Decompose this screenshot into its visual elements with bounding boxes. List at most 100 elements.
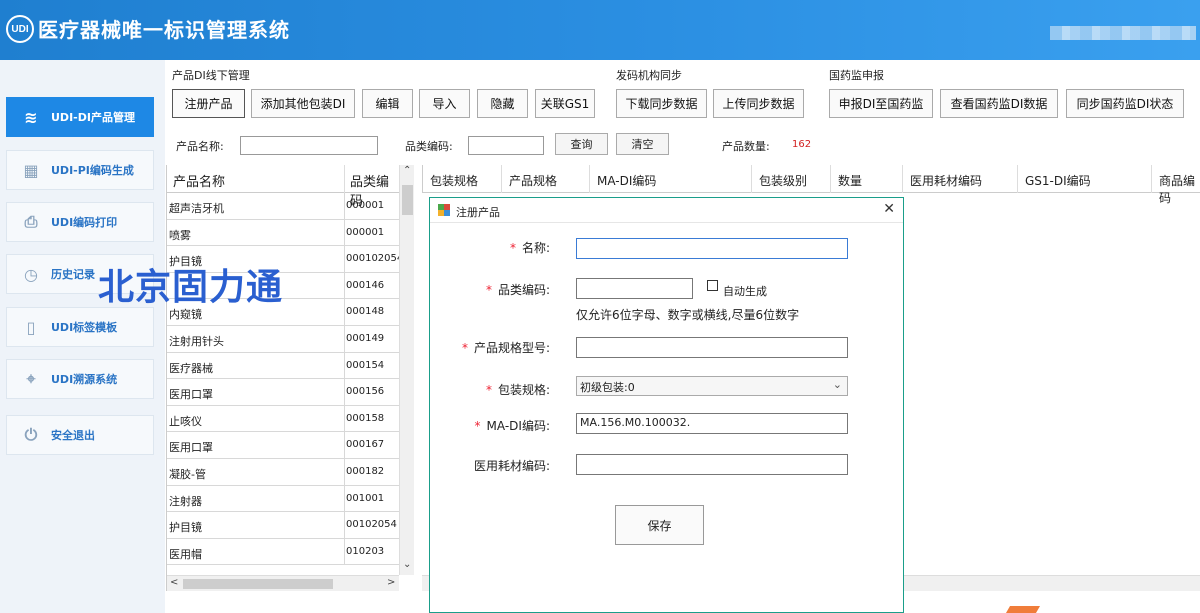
- column-header-quantity[interactable]: 数量: [838, 172, 862, 189]
- category-code-label: 品类编码:: [405, 140, 453, 153]
- cell-product-name: 医用口罩: [169, 441, 213, 455]
- cell-category-code: 001001: [346, 492, 385, 504]
- category-code-hint: 仅允许6位字母、数字或横线,尽量6位数字: [576, 308, 800, 322]
- sync-nmpa-status-button[interactable]: 同步国药监DI状态: [1066, 89, 1184, 118]
- close-icon[interactable]: ✕: [883, 201, 895, 217]
- cell-category-code: 010203: [346, 545, 385, 557]
- import-button[interactable]: 导入: [419, 89, 470, 118]
- scroll-left-icon[interactable]: <: [170, 577, 178, 588]
- sidebar-item-label: UDI编码打印: [51, 216, 118, 229]
- cell-product-name: 凝胶-管: [169, 468, 206, 481]
- table-header: 产品名称 品类编码: [167, 165, 399, 209]
- package-grid-header: 包装规格 产品规格 MA-DI编码 包装级别 数量 医用耗材编码 GS1-DI编…: [422, 165, 1200, 205]
- table-row[interactable]: 喷雾 000001: [167, 219, 399, 247]
- crosshair-icon: ⌖: [26, 369, 36, 388]
- save-button[interactable]: 保存: [615, 505, 704, 545]
- cell-product-name: 喷雾: [169, 228, 191, 242]
- column-header-ma-di[interactable]: MA-DI编码: [597, 172, 656, 189]
- table-row[interactable]: 医用口罩 000156: [167, 379, 399, 406]
- sidebar-item-udi-pi-generate[interactable]: ▦ UDI-PI编码生成: [6, 150, 154, 190]
- table-row[interactable]: 超声洁牙机 000001: [167, 193, 399, 220]
- sidebar-item-label: 历史记录: [51, 268, 95, 281]
- table-row[interactable]: 凝胶-管 000182: [167, 459, 399, 486]
- table-row[interactable]: 止咳仪 000158: [167, 405, 399, 433]
- power-icon: ⏻: [24, 425, 38, 444]
- spec-label: * 产品规格型号:: [440, 339, 550, 356]
- sidebar-item-label-template[interactable]: ▯ UDI标签模板: [6, 307, 154, 347]
- column-header-product-name[interactable]: 产品名称: [173, 171, 225, 190]
- column-header-goods-code[interactable]: 商品编码: [1159, 172, 1200, 206]
- sidebar-item-udi-print[interactable]: ⎙ UDI编码打印: [6, 202, 154, 242]
- cell-product-name: 止咳仪: [169, 414, 202, 428]
- consumable-code-input[interactable]: [576, 454, 848, 475]
- horizontal-scrollbar[interactable]: < >: [167, 575, 399, 591]
- vertical-scrollbar[interactable]: ⌃ ⌄: [399, 165, 414, 575]
- watermark-text: 北京固力通: [98, 267, 284, 308]
- category-code-input[interactable]: [576, 278, 693, 299]
- column-header-package-level[interactable]: 包装级别: [759, 172, 807, 189]
- product-name-label: 产品名称:: [176, 140, 224, 153]
- scroll-up-icon[interactable]: ⌃: [403, 165, 411, 176]
- package-spec-value: 初级包装:0: [580, 381, 635, 394]
- report-di-button[interactable]: 申报DI至国药监: [829, 89, 933, 118]
- cell-product-name: 超声洁牙机: [169, 202, 224, 215]
- sidebar-item-label: 安全退出: [51, 429, 95, 442]
- name-label-text: 名称:: [521, 241, 550, 255]
- dialog-title: 注册产品: [456, 206, 500, 219]
- package-label-text: 包装规格:: [497, 383, 550, 397]
- cell-category-code: 000001: [346, 226, 385, 238]
- sidebar: ≋ UDI-DI产品管理 ▦ UDI-PI编码生成 ⎙ UDI编码打印 ◷ 历史…: [0, 60, 165, 613]
- group-label-offline-di: 产品DI线下管理: [172, 69, 250, 82]
- auto-generate-checkbox[interactable]: [707, 280, 718, 291]
- category-label-text: 品类编码:: [497, 283, 550, 297]
- scrollbar-thumb[interactable]: [402, 185, 413, 215]
- package-spec-select[interactable]: 初级包装:0 ⌄: [576, 376, 848, 396]
- sidebar-item-label: UDI溯源系统: [51, 373, 118, 386]
- sidebar-item-udi-di-product[interactable]: ≋ UDI-DI产品管理: [6, 97, 154, 137]
- madi-label-text: MA-DI编码:: [486, 419, 550, 433]
- group-label-nmpa: 国药监申报: [829, 69, 884, 82]
- cell-product-name: 护目镜: [169, 521, 202, 535]
- register-product-button[interactable]: 注册产品: [172, 89, 245, 118]
- column-header-package-spec[interactable]: 包装规格: [430, 172, 478, 189]
- column-header-gs1-di[interactable]: GS1-DI编码: [1025, 172, 1091, 189]
- cell-category-code: 000146: [346, 279, 385, 291]
- category-code-label: * 品类编码:: [460, 281, 550, 298]
- scrollbar-thumb[interactable]: [183, 579, 333, 589]
- table-row[interactable]: 医疗器械 000154: [167, 352, 399, 380]
- spec-input[interactable]: [576, 337, 848, 358]
- upload-sync-button[interactable]: 上传同步数据: [713, 89, 804, 118]
- table-row[interactable]: 注射用针头 000149: [167, 326, 399, 353]
- column-header-product-spec[interactable]: 产品规格: [509, 172, 557, 189]
- product-name-input[interactable]: [240, 136, 378, 155]
- table-row[interactable]: 医用口罩 000167: [167, 432, 399, 459]
- app-window-icon: [438, 204, 450, 216]
- sidebar-item-logout[interactable]: ⏻ 安全退出: [6, 415, 154, 455]
- download-sync-button[interactable]: 下载同步数据: [616, 89, 707, 118]
- hide-button[interactable]: 隐藏: [477, 89, 528, 118]
- required-mark: *: [461, 341, 468, 355]
- scroll-right-icon[interactable]: >: [387, 577, 395, 588]
- sidebar-item-traceability[interactable]: ⌖ UDI溯源系统: [6, 359, 154, 399]
- edit-button[interactable]: 编辑: [362, 89, 413, 118]
- link-gs1-button[interactable]: 关联GS1: [535, 89, 595, 118]
- cell-category-code: 000149: [346, 333, 385, 344]
- user-info-blurred: [1050, 26, 1196, 40]
- table-row[interactable]: 医用帽 010203: [167, 538, 399, 566]
- template-icon: ▯: [26, 317, 36, 337]
- table-row[interactable]: 护目镜 00102054: [167, 512, 399, 539]
- view-nmpa-di-button[interactable]: 查看国药监DI数据: [940, 89, 1058, 118]
- scroll-down-icon[interactable]: ⌄: [403, 559, 411, 570]
- sidebar-item-label: UDI标签模板: [51, 321, 118, 334]
- cell-product-name: 医疗器械: [169, 361, 213, 375]
- table-row[interactable]: 注射器 001001: [167, 485, 399, 513]
- consumable-code-label: 医用耗材编码:: [473, 459, 550, 473]
- query-button[interactable]: 查询: [555, 133, 608, 155]
- name-input[interactable]: [576, 238, 848, 259]
- clear-button[interactable]: 清空: [616, 133, 669, 155]
- column-header-consumable-code[interactable]: 医用耗材编码: [910, 172, 982, 189]
- add-package-di-button[interactable]: 添加其他包装DI: [251, 89, 355, 118]
- category-code-input[interactable]: [468, 136, 544, 155]
- ma-di-input[interactable]: MA.156.M0.100032.: [576, 413, 848, 434]
- spec-label-text: 产品规格型号:: [473, 341, 550, 355]
